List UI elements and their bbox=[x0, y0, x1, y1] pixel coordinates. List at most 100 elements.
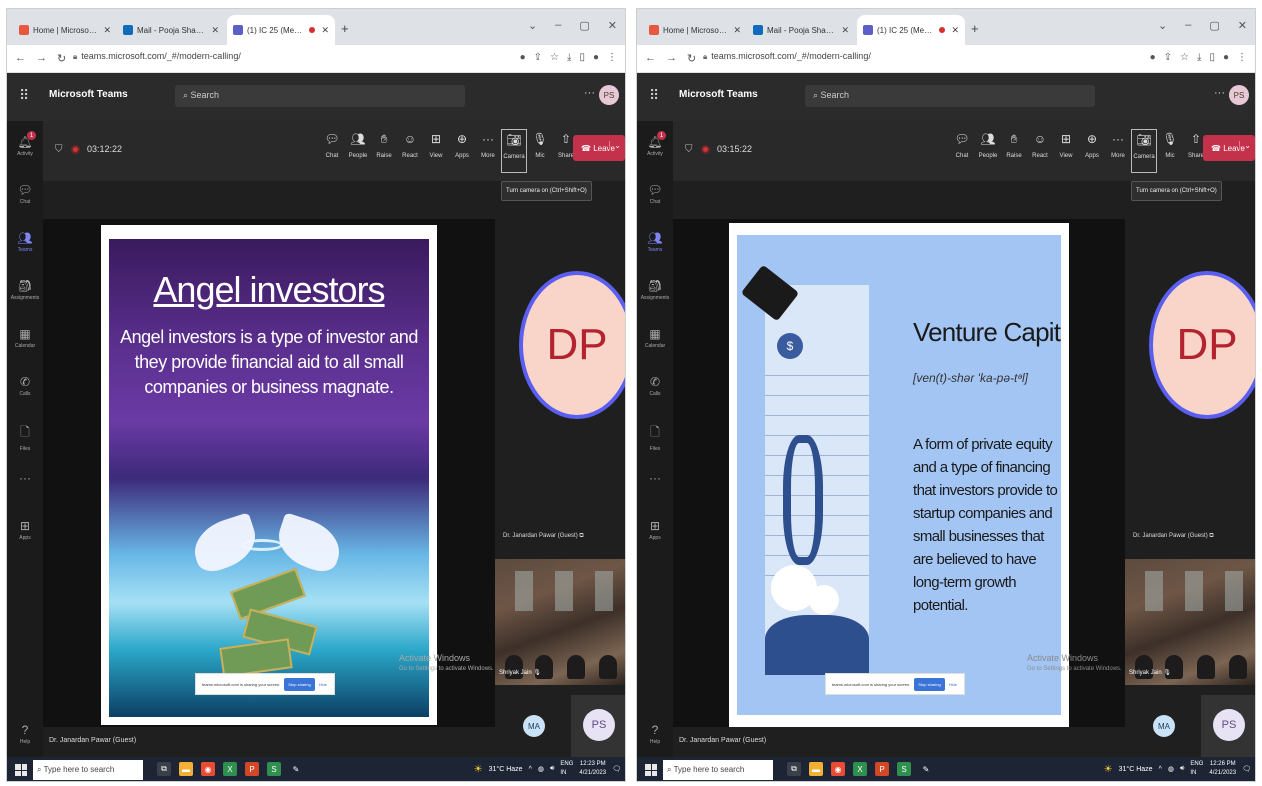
apps-button[interactable]: ⊕ Apps bbox=[1079, 129, 1105, 173]
chevron-down-icon[interactable]: ⌄ bbox=[528, 19, 537, 32]
browser-tab-outlook[interactable]: Mail - Pooja Sharma - Outlook ✕ bbox=[117, 15, 225, 45]
browser-tab-teams-meeting[interactable]: (1) IC 25 (Meeting) | Micros ✕ bbox=[227, 15, 335, 45]
language-indicator[interactable]: ENG IN bbox=[1190, 760, 1203, 778]
new-tab-button[interactable]: + bbox=[971, 21, 979, 36]
camera-button[interactable]: 📷︎ Camera bbox=[501, 129, 527, 173]
reload-icon[interactable]: ↻ bbox=[57, 52, 66, 65]
avatar[interactable]: PS bbox=[599, 85, 619, 105]
maximize-icon[interactable]: ▢ bbox=[1209, 19, 1219, 32]
apps-button[interactable]: ⊕ Apps bbox=[449, 129, 475, 173]
windows-start-icon[interactable] bbox=[645, 764, 657, 776]
camera-indicator-icon[interactable]: ● bbox=[1150, 52, 1156, 63]
browser-tab-microsoft-365[interactable]: Home | Microsoft 365 ✕ bbox=[13, 15, 117, 45]
excel-icon[interactable]: X bbox=[223, 762, 237, 776]
reload-icon[interactable]: ↻ bbox=[687, 52, 696, 65]
rail-item-calendar[interactable]: ▦ Calendar bbox=[7, 321, 43, 361]
hide-banner-link[interactable]: Hide bbox=[319, 682, 327, 687]
close-window-icon[interactable]: ✕ bbox=[1238, 19, 1247, 32]
camera-button[interactable]: 📷︎ Camera bbox=[1131, 129, 1157, 173]
spreadsheet-icon[interactable]: S bbox=[897, 762, 911, 776]
search-input[interactable]: ⌕ Search bbox=[805, 85, 1095, 107]
taskbar-search-input[interactable]: ⌕ Type here to search bbox=[663, 760, 773, 780]
close-tab-icon[interactable]: ✕ bbox=[321, 25, 329, 36]
paint-icon[interactable]: ✎ bbox=[919, 762, 933, 776]
rail-item-calendar[interactable]: ▦ Calendar bbox=[637, 321, 673, 361]
close-tab-icon[interactable]: ✕ bbox=[103, 25, 111, 36]
file-explorer-icon[interactable]: ▬ bbox=[809, 762, 823, 776]
rail-item-calls[interactable]: ✆ Calls bbox=[7, 369, 43, 409]
chrome-icon[interactable]: ◉ bbox=[201, 762, 215, 776]
people-button[interactable]: 👥︎ People bbox=[975, 129, 1001, 173]
excel-icon[interactable]: X bbox=[853, 762, 867, 776]
notifications-icon[interactable]: 🗨︎ bbox=[612, 765, 621, 773]
powerpoint-icon[interactable]: P bbox=[245, 762, 259, 776]
rail-item-chat[interactable]: 💬︎ Chat bbox=[7, 177, 43, 217]
react-button[interactable]: ☺ React bbox=[1027, 129, 1053, 173]
minimize-icon[interactable]: – bbox=[1185, 19, 1191, 32]
rail-item-teams[interactable]: 👥︎ Teams bbox=[7, 225, 43, 265]
new-tab-button[interactable]: + bbox=[341, 21, 349, 36]
chevron-down-icon[interactable]: ⌄ bbox=[1158, 19, 1167, 32]
chevron-up-icon[interactable]: ^ bbox=[1159, 766, 1162, 773]
profile-icon[interactable]: ● bbox=[1223, 52, 1229, 63]
raise-hand-button[interactable]: ✋︎ Raise bbox=[371, 129, 397, 173]
taskbar-search-input[interactable]: ⌕ Type here to search bbox=[33, 760, 143, 780]
download-icon[interactable]: ⤓ bbox=[567, 52, 571, 63]
more-button[interactable]: ··· More bbox=[475, 129, 501, 173]
paint-icon[interactable]: ✎ bbox=[289, 762, 303, 776]
rail-item-help[interactable]: ? Help bbox=[637, 717, 673, 757]
forward-icon[interactable]: → bbox=[36, 52, 47, 65]
share-page-icon[interactable]: ⇪ bbox=[1164, 52, 1172, 63]
bookmark-star-icon[interactable]: ☆ bbox=[550, 52, 559, 63]
menu-dots-icon[interactable]: ⋮ bbox=[1237, 52, 1247, 63]
camera-indicator-icon[interactable]: ● bbox=[520, 52, 526, 63]
url-field[interactable]: 🔒︎ teams.microsoft.com/_#/modern-calling/ bbox=[73, 51, 241, 62]
notifications-icon[interactable]: 🗨︎ bbox=[1242, 765, 1251, 773]
self-view-tile[interactable]: PS bbox=[571, 695, 625, 757]
forward-icon[interactable]: → bbox=[666, 52, 677, 65]
mic-button[interactable]: 🎙︎ Mic bbox=[527, 129, 553, 173]
rail-item-more[interactable]: ··· bbox=[7, 465, 43, 505]
rail-item-calls[interactable]: ✆ Calls bbox=[637, 369, 673, 409]
language-indicator[interactable]: ENG IN bbox=[560, 760, 573, 778]
network-icon[interactable]: ◍ bbox=[1168, 765, 1174, 773]
view-button[interactable]: ⊞ View bbox=[423, 129, 449, 173]
hide-banner-link[interactable]: Hide bbox=[949, 682, 957, 687]
app-launcher-icon[interactable]: ⠿ bbox=[19, 87, 29, 104]
profile-icon[interactable]: ● bbox=[593, 52, 599, 63]
rail-item-help[interactable]: ? Help bbox=[7, 717, 43, 757]
browser-tab-teams-meeting[interactable]: (1) IC 25 (Meeting) | Micros ✕ bbox=[857, 15, 965, 45]
sidepanel-icon[interactable]: ▯ bbox=[579, 52, 585, 63]
close-tab-icon[interactable]: ✕ bbox=[841, 25, 849, 36]
chrome-icon[interactable]: ◉ bbox=[831, 762, 845, 776]
rail-item-apps[interactable]: ⊞ Apps bbox=[637, 513, 673, 553]
stop-sharing-button[interactable]: Stop sharing bbox=[284, 677, 315, 691]
taskbar-clock[interactable]: 12:26 PM 4/21/2023 bbox=[1209, 760, 1236, 778]
chevron-down-icon[interactable]: ⌄ bbox=[1239, 141, 1251, 150]
chat-button[interactable]: 💬︎ Chat bbox=[949, 129, 975, 173]
view-button[interactable]: ⊞ View bbox=[1053, 129, 1079, 173]
url-field[interactable]: 🔒︎ teams.microsoft.com/_#/modern-calling/ bbox=[703, 51, 871, 62]
self-view-tile[interactable]: PS bbox=[1201, 695, 1255, 757]
rail-item-activity[interactable]: 🔔︎ 1 Activity bbox=[7, 129, 43, 169]
more-options-icon[interactable]: ··· bbox=[1214, 87, 1225, 99]
chevron-up-icon[interactable]: ^ bbox=[529, 766, 532, 773]
rail-item-assignments[interactable]: 🎒︎ Assignments bbox=[637, 273, 673, 313]
chat-button[interactable]: 💬︎ Chat bbox=[319, 129, 345, 173]
mic-button[interactable]: 🎙︎ Mic bbox=[1157, 129, 1183, 173]
windows-start-icon[interactable] bbox=[15, 764, 27, 776]
rail-item-activity[interactable]: 🔔︎ 1 Activity bbox=[637, 129, 673, 169]
powerpoint-icon[interactable]: P bbox=[875, 762, 889, 776]
menu-dots-icon[interactable]: ⋮ bbox=[607, 52, 617, 63]
rail-item-assignments[interactable]: 🎒︎ Assignments bbox=[7, 273, 43, 313]
raise-hand-button[interactable]: ✋︎ Raise bbox=[1001, 129, 1027, 173]
participant-avatar-ma[interactable]: MA bbox=[523, 715, 545, 737]
leave-button[interactable]: ☎ Leave ⌄ bbox=[1203, 135, 1255, 161]
volume-icon[interactable]: 🔊︎ bbox=[1180, 765, 1184, 773]
sidepanel-icon[interactable]: ▯ bbox=[1209, 52, 1215, 63]
app-launcher-icon[interactable]: ⠿ bbox=[649, 87, 659, 104]
stop-sharing-button[interactable]: Stop sharing bbox=[914, 677, 945, 691]
share-page-icon[interactable]: ⇪ bbox=[534, 52, 542, 63]
bookmark-star-icon[interactable]: ☆ bbox=[1180, 52, 1189, 63]
file-explorer-icon[interactable]: ▬ bbox=[179, 762, 193, 776]
